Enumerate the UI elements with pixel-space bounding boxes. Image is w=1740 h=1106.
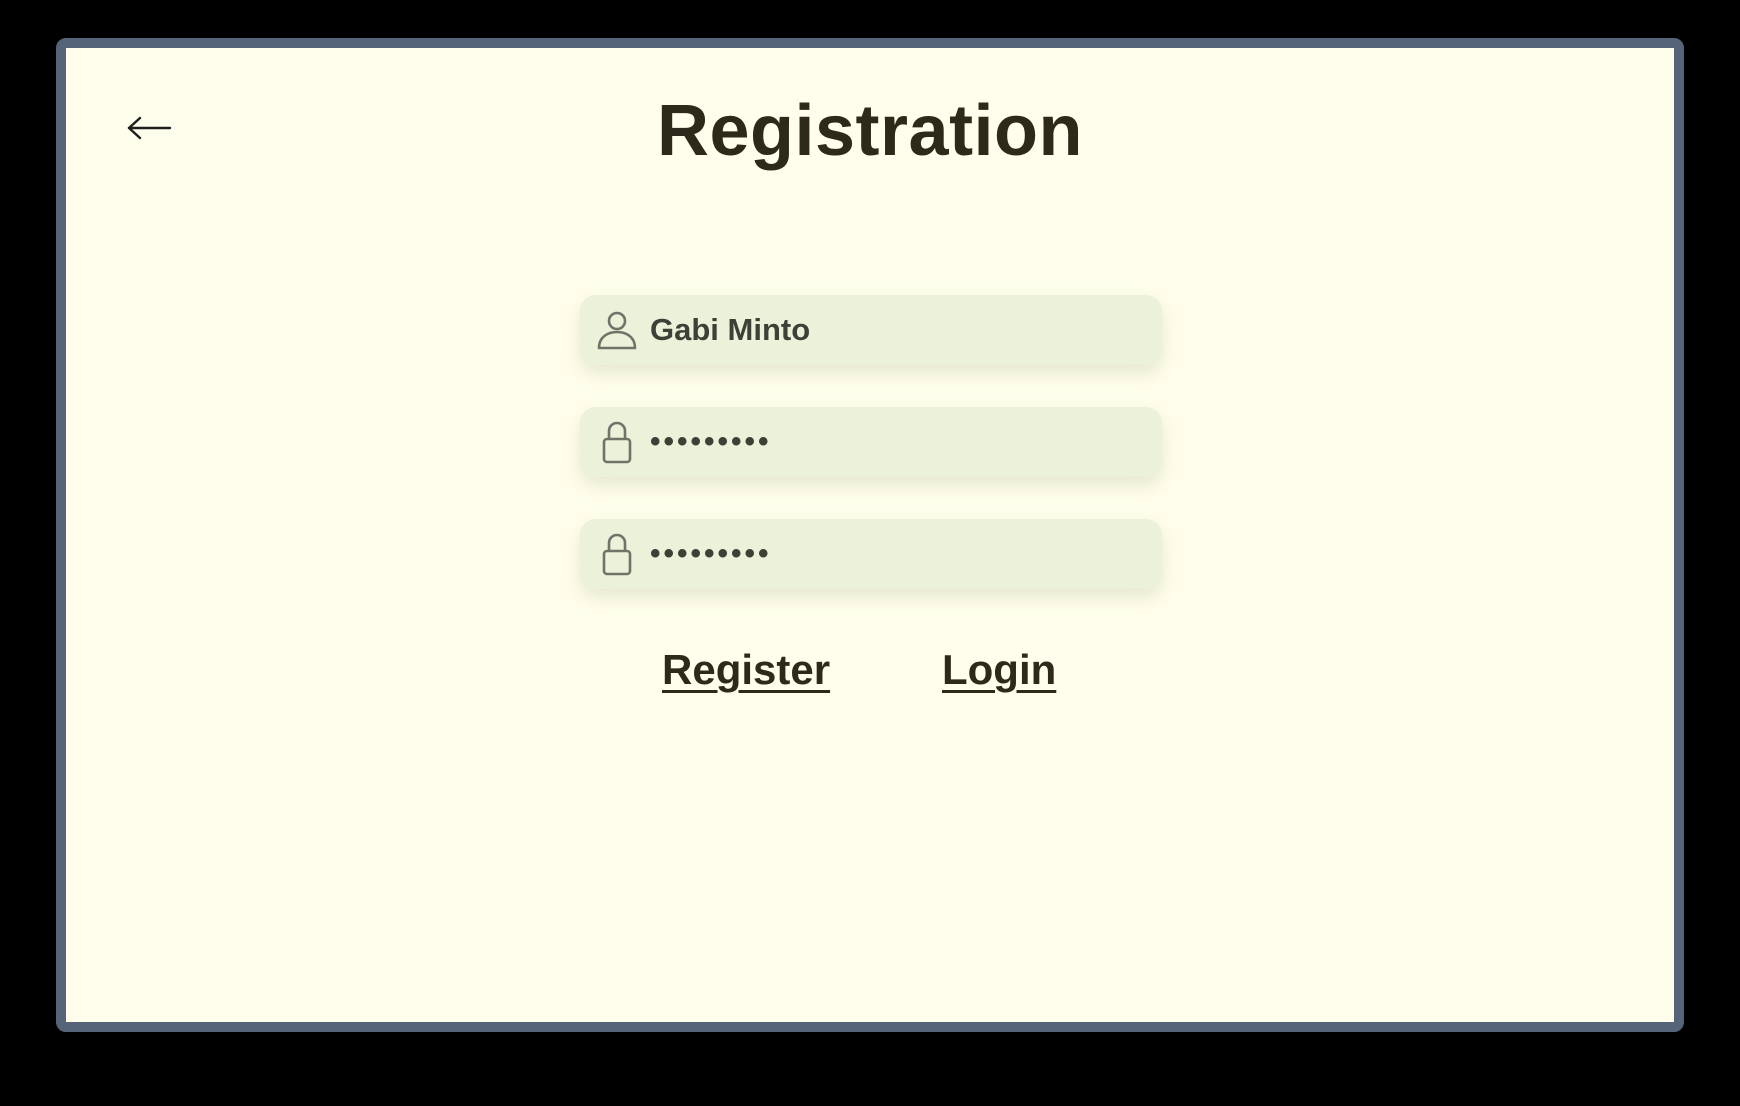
app-window: Registration Register Logi [56, 38, 1684, 1032]
password-field[interactable] [580, 407, 1162, 477]
password-input[interactable] [650, 412, 1162, 472]
page-title: Registration [656, 91, 1084, 171]
lock-icon [594, 419, 640, 465]
form-actions: Register Login [66, 646, 1674, 706]
user-icon [594, 307, 640, 353]
username-input[interactable] [650, 300, 1162, 360]
confirm-password-field[interactable] [580, 519, 1162, 589]
confirm-password-input[interactable] [650, 524, 1162, 584]
username-field[interactable] [580, 295, 1162, 365]
lock-icon [594, 531, 640, 577]
register-link[interactable]: Register [662, 646, 830, 694]
login-link[interactable]: Login [942, 646, 1056, 694]
